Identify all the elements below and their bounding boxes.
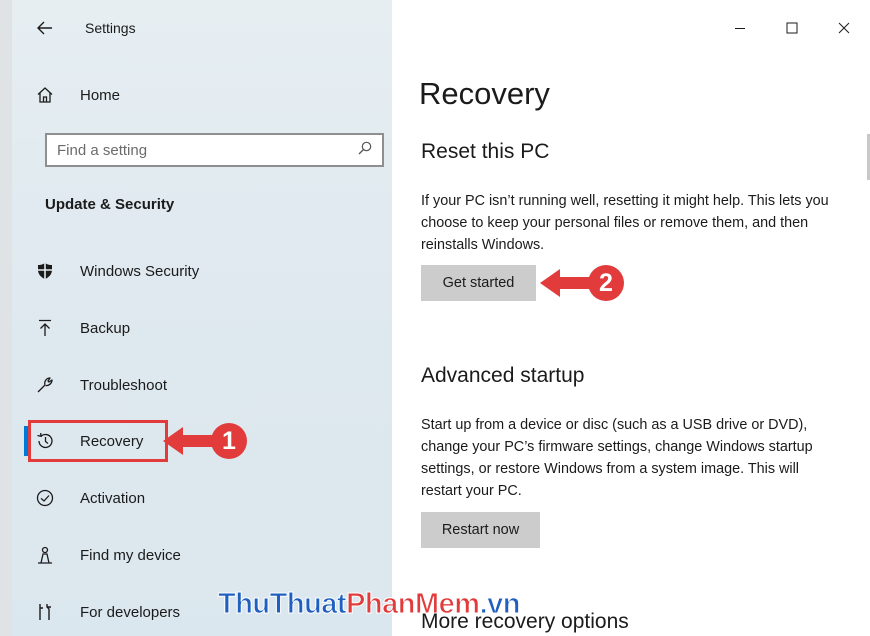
section-heading: Update & Security	[45, 196, 175, 213]
sidebar-item-activation[interactable]: Activation	[34, 480, 145, 516]
back-arrow-icon[interactable]	[34, 17, 56, 39]
sidebar-item-troubleshoot[interactable]: Troubleshoot	[34, 367, 167, 403]
sidebar-item-windows-security[interactable]: Windows Security	[34, 253, 199, 289]
highlight-box-recovery	[28, 420, 168, 462]
step-number: 1	[211, 423, 247, 459]
watermark: ThuThuatPhanMem.vn	[217, 588, 521, 621]
title-bar: Settings	[34, 12, 136, 44]
red-arrow-icon	[163, 427, 217, 455]
get-started-button[interactable]: Get started	[421, 265, 536, 301]
watermark-part: PhanMem	[346, 588, 481, 621]
window-controls	[714, 14, 870, 42]
maximize-icon[interactable]	[766, 14, 818, 42]
annotation-step-2: 2	[540, 265, 624, 301]
check-circle-icon	[34, 487, 56, 509]
red-arrow-icon	[540, 269, 594, 297]
sidebar-item-backup[interactable]: Backup	[34, 310, 130, 346]
minimize-icon[interactable]	[714, 14, 766, 42]
developer-tools-icon	[34, 601, 56, 623]
close-icon[interactable]	[818, 14, 870, 42]
sidebar: Settings Home Update & Security Windows …	[0, 0, 401, 636]
advanced-startup-description: Start up from a device or disc (such as …	[421, 417, 813, 499]
sidebar-item-label: Windows Security	[80, 262, 200, 280]
sidebar-item-home[interactable]: Home	[34, 77, 120, 113]
sidebar-item-label: Troubleshoot	[80, 376, 167, 394]
annotation-step-1: 1	[163, 423, 247, 459]
advanced-startup-heading: Advanced startup	[421, 364, 585, 387]
backup-arrow-icon	[34, 317, 56, 339]
search-input[interactable]	[57, 141, 337, 159]
sidebar-item-find-my-device[interactable]: Find my device	[34, 537, 181, 573]
reset-description: If your PC isn’t running well, resetting…	[421, 193, 829, 253]
restart-now-button[interactable]: Restart now	[421, 512, 540, 548]
page-title: Recovery	[419, 76, 550, 111]
wrench-icon	[34, 374, 56, 396]
sidebar-item-label: Find my device	[80, 546, 181, 564]
step-number: 2	[588, 265, 624, 301]
sidebar-item-label: Home	[80, 86, 121, 104]
reset-heading: Reset this PC	[421, 140, 550, 163]
search-box[interactable]	[45, 133, 384, 167]
sidebar-item-for-developers[interactable]: For developers	[34, 594, 180, 630]
watermark-part: .vn	[479, 588, 521, 621]
search-icon[interactable]	[358, 141, 372, 160]
home-icon	[34, 84, 56, 106]
main-content: Recovery Reset this PC If your PC isn’t …	[392, 0, 870, 636]
shield-icon	[34, 260, 56, 282]
watermark-part: ThuThuat	[217, 588, 347, 621]
sidebar-item-label: Activation	[80, 489, 146, 507]
sidebar-item-label: For developers	[80, 603, 181, 621]
person-pin-icon	[34, 544, 56, 566]
sidebar-item-label: Backup	[80, 319, 131, 337]
app-title: Settings	[85, 20, 136, 36]
